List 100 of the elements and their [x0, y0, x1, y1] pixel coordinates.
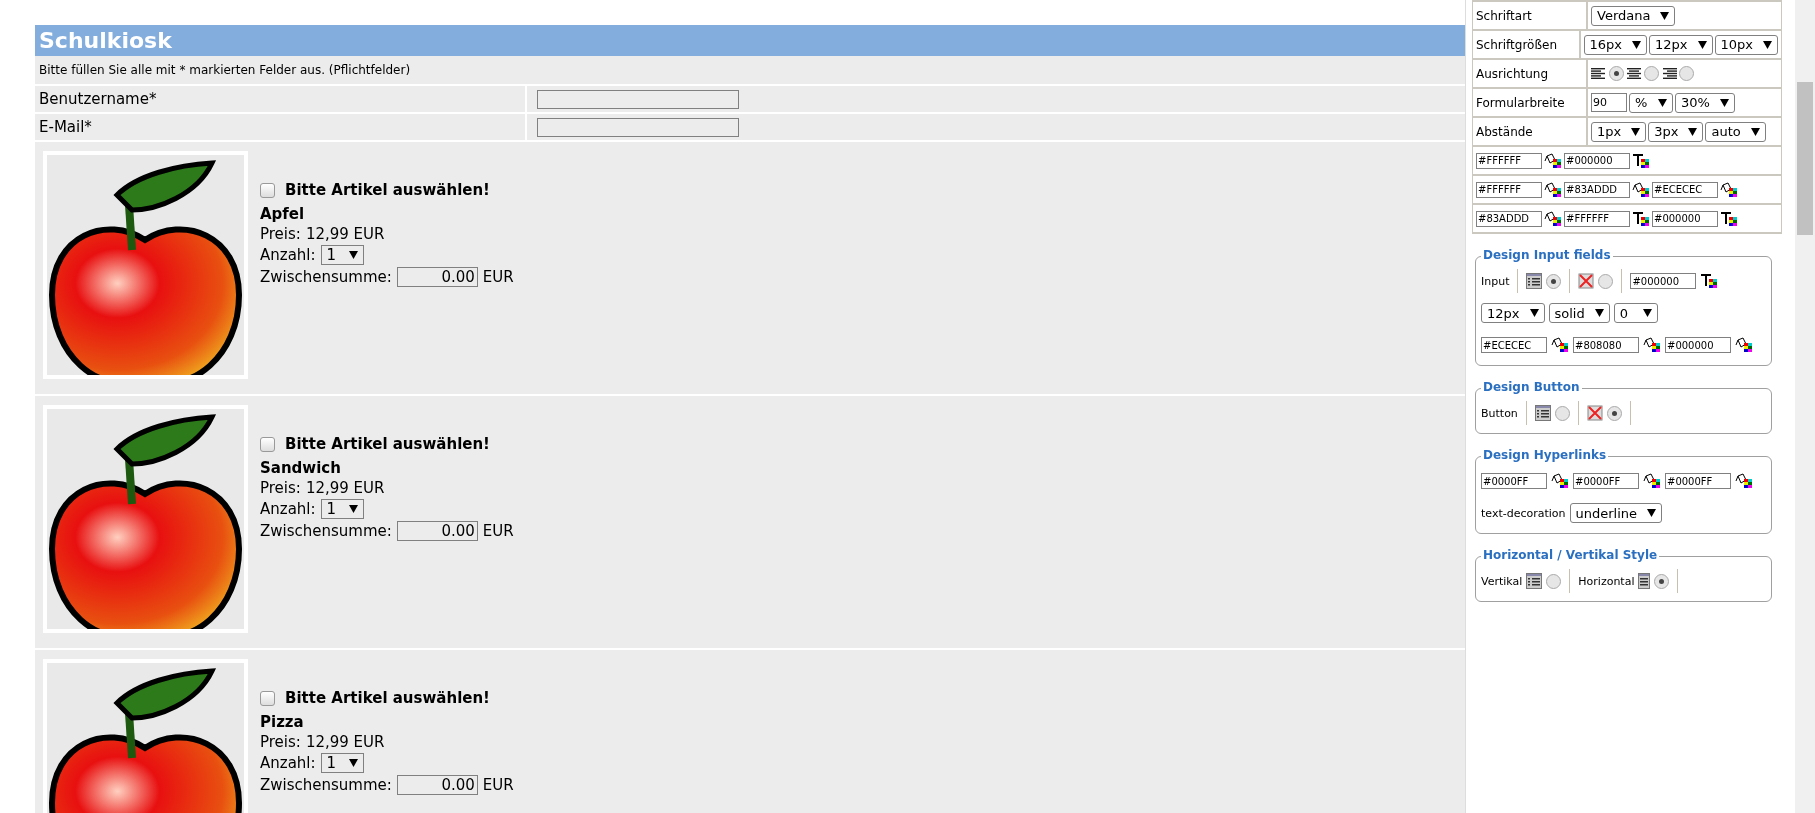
align-right-icon	[1661, 67, 1677, 80]
color-input[interactable]: #FFFFFF	[1476, 152, 1542, 169]
quantity-label: Anzahl:	[260, 754, 316, 772]
quantity-dropdown[interactable]: 1	[320, 245, 364, 265]
color-input[interactable]: #FFFFFF	[1564, 210, 1630, 227]
radio-button[interactable]	[1554, 405, 1570, 421]
paint-bucket-icon[interactable]	[1551, 337, 1569, 353]
subtotal-label: Zwischensumme:	[260, 776, 392, 794]
currency-label: EUR	[482, 776, 514, 794]
scrollbar-thumb[interactable]	[1797, 82, 1813, 235]
color-input[interactable]: #0000FF	[1481, 473, 1547, 489]
field-label: Benutzername*	[35, 86, 527, 112]
text-color-icon[interactable]	[1632, 210, 1650, 227]
quantity-dropdown[interactable]: 1	[320, 753, 364, 773]
radio-button[interactable]	[1609, 66, 1624, 81]
caret-icon	[1763, 40, 1772, 49]
dropdown[interactable]: Verdana	[1591, 5, 1676, 26]
caret-icon	[348, 759, 358, 767]
paint-bucket-icon[interactable]	[1643, 473, 1661, 489]
dropdown[interactable]: 0	[1613, 303, 1658, 323]
paint-bucket-icon[interactable]	[1551, 473, 1569, 489]
caret-icon	[348, 505, 358, 513]
paint-bucket-icon[interactable]	[1643, 337, 1661, 353]
radio-button[interactable]	[1644, 66, 1659, 81]
subtotal-field: 0.00	[396, 521, 478, 541]
color-input[interactable]: #ECECEC	[1652, 181, 1718, 198]
paint-bucket-icon[interactable]	[1632, 181, 1650, 198]
text-input[interactable]	[537, 89, 739, 109]
caret-icon	[1631, 127, 1641, 136]
text-color-icon[interactable]	[1720, 210, 1738, 227]
table-icon	[1526, 573, 1543, 589]
dropdown[interactable]: 12px	[1649, 34, 1713, 55]
dropdown[interactable]: 12px	[1481, 303, 1545, 323]
option-label: Vertikal	[1481, 574, 1523, 588]
item-checkbox[interactable]: Bitte Artikel auswählen!	[260, 181, 514, 199]
paint-bucket-icon[interactable]	[1544, 181, 1562, 198]
dropdown[interactable]: auto	[1705, 121, 1766, 142]
radio-button[interactable]	[1546, 273, 1562, 289]
caret-icon	[1642, 309, 1652, 317]
setting-label: Schriftgrößen	[1473, 31, 1581, 58]
dropdown[interactable]: underline	[1569, 503, 1663, 523]
radio-button[interactable]	[1606, 405, 1622, 421]
price-label: Preis:	[260, 733, 301, 751]
caret-icon	[1594, 309, 1604, 317]
paint-bucket-icon[interactable]	[1720, 181, 1738, 198]
text-input[interactable]	[537, 117, 739, 137]
color-input[interactable]: #ECECEC	[1481, 337, 1547, 353]
color-input[interactable]: #0000FF	[1573, 473, 1639, 489]
item-name: Sandwich	[260, 459, 342, 477]
caret-icon	[1750, 127, 1760, 136]
text-color-icon[interactable]	[1700, 273, 1719, 289]
price-value: 12,99 EUR	[305, 225, 385, 243]
dropdown[interactable]: solid	[1548, 303, 1610, 323]
color-input[interactable]: #83ADDD	[1476, 210, 1542, 227]
table-icon	[1638, 573, 1651, 589]
table-icon	[1526, 273, 1543, 289]
radio-button[interactable]	[1546, 573, 1562, 589]
color-input[interactable]: #000000	[1652, 210, 1718, 227]
caret-icon	[1658, 98, 1667, 107]
setting-label: Schriftart	[1473, 2, 1588, 29]
text-input[interactable]: 90	[1591, 93, 1627, 112]
form-note: Bitte füllen Sie alle mit * markierten Felder aus. (Pflichtfelder)	[38, 62, 412, 79]
paint-bucket-icon[interactable]	[1544, 152, 1562, 169]
color-input[interactable]: #000000	[1630, 273, 1697, 289]
scrollbar[interactable]	[1795, 0, 1815, 813]
caret-icon	[1688, 127, 1698, 136]
align-center-icon	[1626, 67, 1642, 80]
paint-bucket-icon[interactable]	[1735, 337, 1753, 353]
dropdown[interactable]: 30%	[1675, 92, 1735, 113]
group-title: Horizontal / Vertikal Style	[1481, 548, 1660, 562]
color-input[interactable]: #808080	[1573, 337, 1639, 353]
dropdown[interactable]: 3px	[1648, 121, 1704, 142]
paint-bucket-icon[interactable]	[1544, 210, 1562, 227]
color-input[interactable]: #83ADDD	[1564, 181, 1630, 198]
crossed-table-icon	[1578, 273, 1595, 289]
item-name: Apfel	[260, 205, 306, 223]
dropdown[interactable]: 1px	[1591, 121, 1647, 142]
color-input[interactable]: #0000FF	[1665, 473, 1731, 489]
item-checkbox[interactable]: Bitte Artikel auswählen!	[260, 435, 514, 453]
group-title: Design Input fields	[1481, 248, 1613, 262]
dropdown[interactable]: 10px	[1714, 34, 1778, 55]
radio-button[interactable]	[1598, 273, 1614, 289]
paint-bucket-icon[interactable]	[1735, 473, 1753, 489]
text-color-icon[interactable]	[1632, 152, 1650, 169]
currency-label: EUR	[482, 268, 514, 286]
group-title: Design Hyperlinks	[1481, 448, 1609, 462]
dropdown[interactable]: 16px	[1583, 34, 1647, 55]
item-checkbox[interactable]: Bitte Artikel auswählen!	[260, 689, 514, 707]
quantity-dropdown[interactable]: 1	[320, 499, 364, 519]
option-label: Button	[1481, 406, 1518, 420]
setting-label: Ausrichtung	[1473, 60, 1588, 87]
subtotal-label: Zwischensumme:	[260, 522, 392, 540]
caret-icon	[1632, 40, 1641, 49]
color-input[interactable]: #000000	[1665, 337, 1731, 353]
dropdown[interactable]: %	[1629, 92, 1673, 113]
setting-label: Abstände	[1473, 118, 1588, 145]
color-input[interactable]: #FFFFFF	[1476, 181, 1542, 198]
radio-button[interactable]	[1654, 573, 1670, 589]
radio-button[interactable]	[1679, 66, 1694, 81]
color-input[interactable]: #000000	[1564, 152, 1630, 169]
